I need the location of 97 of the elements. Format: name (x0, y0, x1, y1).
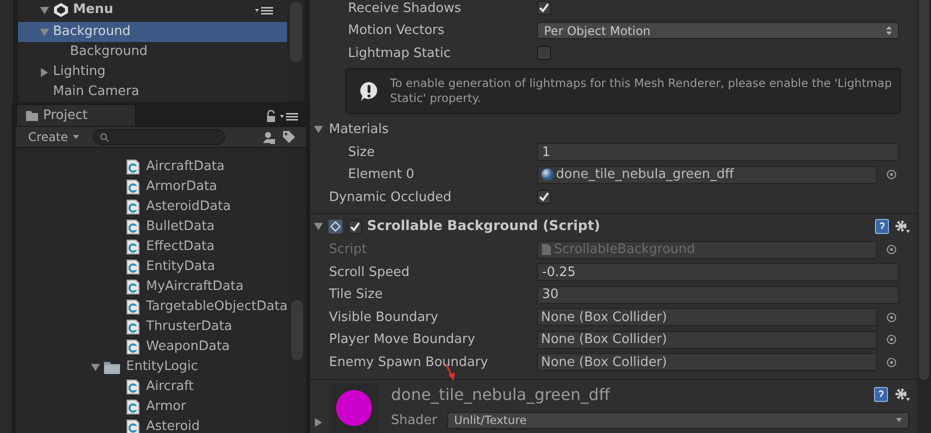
checkbox[interactable] (348, 220, 362, 234)
expanded-arrow-icon[interactable] (40, 6, 49, 14)
cs-script-icon (126, 179, 140, 195)
script-file[interactable]: ArmorData (146, 177, 218, 197)
number-field[interactable]: 30 (537, 286, 899, 304)
expanded-arrow-icon[interactable] (91, 362, 100, 372)
folder-icon (104, 360, 120, 374)
info-icon (358, 80, 380, 102)
object-picker-icon[interactable] (886, 312, 897, 323)
checkbox[interactable] (537, 46, 551, 60)
number-field[interactable]: 1 (537, 143, 899, 162)
folder-label[interactable]: EntityLogic (126, 357, 198, 377)
script-file[interactable]: Aircraft (146, 377, 194, 397)
cs-script-icon (126, 279, 140, 295)
object-field[interactable]: None (Box Collider) (537, 330, 877, 349)
menu-icon[interactable] (255, 6, 273, 14)
cs-script-icon (126, 259, 140, 275)
expanded-arrow-icon[interactable] (314, 125, 323, 134)
field-label: Element 0 (348, 166, 414, 184)
field-label: Motion Vectors (348, 22, 444, 40)
menu-icon[interactable] (280, 112, 298, 120)
scrollbar[interactable] (287, 0, 305, 102)
object-field[interactable]: None (Box Collider) (537, 308, 877, 326)
object-picker-icon[interactable] (886, 169, 897, 180)
help-text: To enable generation of lightmaps for this Mesh Renderer, please enable the 'Lightmap Static' property. (390, 76, 893, 106)
cs-script-icon (126, 379, 140, 395)
shader-dropdown[interactable]: Unlit/Texture (447, 412, 909, 429)
field-label: Visible Boundary (329, 308, 438, 326)
dropdown[interactable]: Per Object Motion (537, 22, 899, 40)
number-field[interactable]: -0.25 (537, 263, 899, 282)
updown-caret-icon (886, 26, 892, 36)
script-file[interactable]: BulletData (146, 217, 215, 237)
field-label: Enemy Spawn Boundary (329, 354, 488, 372)
lock-icon[interactable] (266, 110, 276, 122)
script-file[interactable]: EntityData (146, 257, 216, 277)
cs-script-icon (126, 339, 140, 355)
script-file[interactable]: WeaponData (146, 337, 230, 357)
create-button[interactable]: Create (28, 128, 79, 146)
field-label: Dynamic Occluded (329, 188, 452, 206)
field-label: Receive Shadows (348, 0, 462, 18)
script-file[interactable]: ThrusterData (146, 317, 232, 337)
collapsed-arrow-icon[interactable] (40, 68, 49, 76)
hierarchy-item[interactable]: Main Camera (18, 82, 287, 102)
hierarchy-item[interactable]: Background (18, 22, 287, 42)
cs-script-icon (126, 319, 140, 335)
script-file[interactable]: EffectData (146, 237, 215, 257)
caret-icon (73, 135, 79, 139)
project-tab[interactable]: Project (16, 104, 136, 126)
folder-icon (26, 110, 38, 120)
component-title: Scrollable Background (Script) (367, 217, 600, 236)
hierarchy-item[interactable]: Background (18, 42, 287, 62)
sphere-icon (541, 168, 554, 182)
script-file[interactable]: AircraftData (146, 157, 225, 177)
field-label: Script (329, 241, 367, 259)
settings-icon[interactable] (894, 219, 911, 234)
script-file[interactable]: AsteroidData (146, 197, 231, 217)
filter-by-type-icon[interactable] (262, 130, 276, 144)
object-picker-icon[interactable] (886, 356, 897, 368)
document-icon (541, 243, 552, 256)
object-field[interactable]: None (Box Collider) (537, 353, 877, 372)
field-label: Lightmap Static (348, 44, 451, 62)
expanded-arrow-icon[interactable] (314, 222, 323, 231)
cs-script-icon (126, 299, 140, 315)
cs-script-icon (126, 239, 140, 255)
field-label: Scroll Speed (329, 264, 410, 282)
scrollbar[interactable] (917, 0, 931, 433)
search-field[interactable] (93, 129, 225, 145)
material-name: done_tile_nebula_green_dff (391, 384, 610, 406)
field-label: Size (348, 144, 375, 162)
script-file[interactable]: TargetableObjectData (146, 297, 288, 317)
field-label: Tile Size (329, 286, 383, 304)
search-icon (100, 132, 109, 142)
foldout-label[interactable]: Materials (329, 120, 389, 140)
field-label: Player Move Boundary (329, 331, 476, 349)
hierarchy-item[interactable]: Lighting (18, 62, 287, 82)
script-file[interactable]: Asteroid (146, 417, 200, 433)
scene-title: Menu (73, 1, 114, 20)
cs-script-icon (126, 399, 140, 415)
settings-icon[interactable] (894, 387, 911, 402)
script-file[interactable]: MyAircraftData (146, 277, 244, 297)
shader-label: Shader (391, 412, 438, 430)
checkbox[interactable] (537, 190, 551, 204)
collapsed-arrow-icon[interactable] (314, 418, 323, 426)
cs-script-icon (126, 219, 140, 235)
object-field[interactable]: done_tile_nebula_green_dff (537, 166, 877, 184)
help-book-icon[interactable] (875, 219, 889, 234)
scrollbar[interactable] (288, 148, 306, 433)
script-file[interactable]: Armor (146, 397, 186, 417)
object-picker-icon[interactable] (886, 334, 897, 346)
checkbox[interactable] (537, 1, 551, 16)
cs-script-icon (126, 159, 140, 175)
help-book-icon[interactable] (874, 387, 888, 402)
cs-script-icon (126, 199, 140, 215)
tag-icon[interactable] (282, 130, 296, 144)
script-component-icon (328, 219, 343, 234)
caret-icon (896, 418, 902, 422)
cs-script-icon (126, 419, 140, 433)
